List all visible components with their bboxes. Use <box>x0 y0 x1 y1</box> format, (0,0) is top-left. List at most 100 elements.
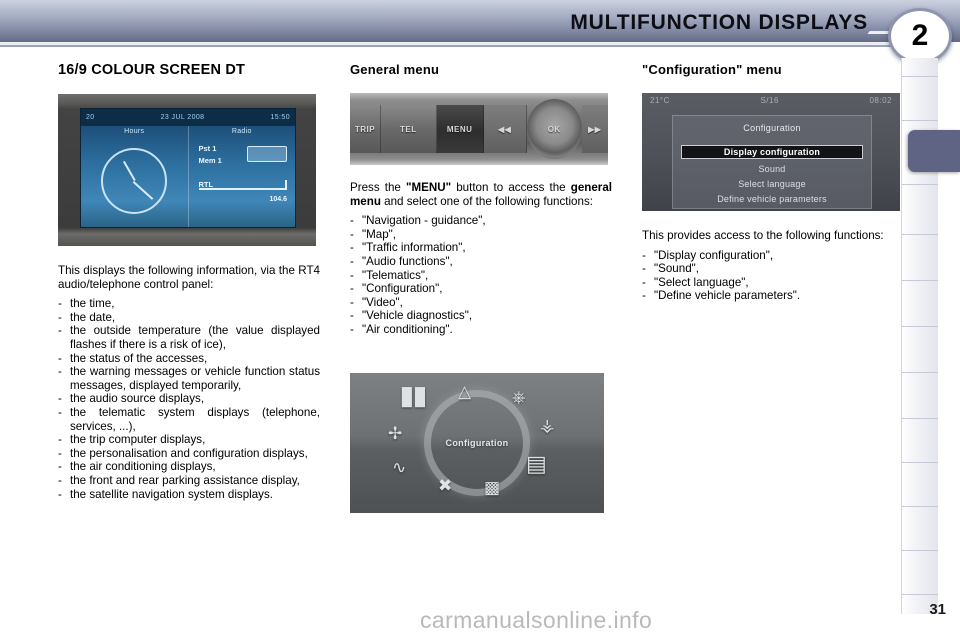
screen-status-bar: 20 23 JUL 2008 15:50 <box>81 109 295 126</box>
wiper-icon: ∿ <box>392 457 407 477</box>
left-column-list: the time, the date, the outside temperat… <box>58 297 320 501</box>
screen-display-area: 20 23 JUL 2008 15:50 Hours Radio Pst 1 M… <box>80 108 296 228</box>
analog-clock-icon <box>101 147 168 214</box>
screen-split-panes: Hours Radio Pst 1 Mem 1 RTL 104.6 <box>81 126 295 227</box>
configuration-dialog: Configuration Display configuration Soun… <box>672 115 872 209</box>
tab-tick <box>902 506 938 507</box>
list-item: the date, <box>58 311 320 325</box>
tab-tick <box>902 418 938 419</box>
tab-tick <box>902 326 938 327</box>
panel-button-menu: MENU <box>436 105 484 153</box>
screen-pane-hours: Hours <box>81 126 189 227</box>
list-item: "Navigation - guidance", <box>350 214 612 228</box>
right-column-intro: This provides access to the following fu… <box>642 229 884 242</box>
16-9-colour-screen-photo: 20 23 JUL 2008 15:50 Hours Radio Pst 1 M… <box>58 94 316 246</box>
panel-button-tel: TEL <box>380 105 437 153</box>
menu-option-display-configuration[interactable]: Display configuration <box>681 145 863 159</box>
display-panel-icon: ▤ <box>526 450 547 476</box>
status-time: 15:50 <box>270 114 290 121</box>
tab-tick <box>902 280 938 281</box>
list-item: the personalisation and configuration di… <box>58 447 320 461</box>
site-watermark: carmanualsonline.info <box>420 607 653 633</box>
menu-button-name: "MENU" <box>405 181 452 194</box>
middle-column: General menu TRIP TEL MENU ◀◀ OK ▶▶ Pres… <box>350 62 612 513</box>
control-panel-photo: TRIP TEL MENU ◀◀ OK ▶▶ <box>350 93 608 165</box>
chapter-number-badge: 2 <box>888 8 952 64</box>
list-item: "Air conditioning". <box>350 323 612 337</box>
list-item: the status of the accesses, <box>58 352 320 366</box>
header-divider-white <box>0 47 905 50</box>
middle-column-heading: General menu <box>350 62 440 77</box>
list-item: "Define vehicle parameters". <box>642 289 904 303</box>
vehicle-icon: ⎈ <box>512 387 526 407</box>
list-item: "Display configuration", <box>642 249 904 263</box>
tab-tick <box>902 234 938 235</box>
list-item: the outside temperature (the value displ… <box>58 324 320 351</box>
active-chapter-tab[interactable] <box>908 130 960 172</box>
list-item: "Telematics", <box>350 269 612 283</box>
panel-button-next: ▶▶ <box>581 105 608 153</box>
list-item: "Sound", <box>642 262 904 276</box>
list-item: the satellite navigation system displays… <box>58 488 320 502</box>
middle-column-intro: Press the "MENU" button to access the ge… <box>350 181 612 208</box>
menu-screen-status-bar: 21°C S/16 08:02 <box>642 96 900 105</box>
tab-tick <box>902 120 938 121</box>
radio-preset-line-2: Mem 1 <box>198 156 222 165</box>
list-item: "Configuration", <box>350 282 612 296</box>
middle-column-list: "Navigation - guidance", "Map", "Traffic… <box>350 214 612 336</box>
page-number: 31 <box>929 601 946 618</box>
radio-preset-line-1: Pst 1 <box>198 144 217 153</box>
list-item: the audio source displays, <box>58 392 320 406</box>
seats-icon: ▊▊ <box>402 387 429 407</box>
list-item: the front and rear parking assistance di… <box>58 474 320 488</box>
list-item: the time, <box>58 297 320 311</box>
panel-button-ok: OK <box>526 99 582 159</box>
menu-option-define-vehicle-parameters[interactable]: Define vehicle parameters <box>673 194 871 204</box>
list-item: "Select language", <box>642 276 904 290</box>
warning-triangle-icon: △ <box>458 381 472 401</box>
right-column-list: "Display configuration", "Sound", "Selec… <box>642 249 904 303</box>
right-column-heading: "Configuration" menu <box>642 62 782 77</box>
configuration-dialog-title: Configuration <box>743 123 801 133</box>
menu-option-sound[interactable]: Sound <box>673 164 871 174</box>
list-item: "Audio functions", <box>350 255 612 269</box>
intro-mid: button to access the <box>451 181 571 194</box>
tab-tick <box>902 76 938 77</box>
menu-status-time: 08:02 <box>869 96 892 105</box>
radio-frequency: 104.6 <box>269 196 287 203</box>
list-item: the warning messages or vehicle function… <box>58 365 320 392</box>
configuration-wheel-photo: Configuration ▊▊ △ ⎈ ⚶ ▤ ✢ ∿ ✖ ▩ <box>350 372 604 513</box>
radio-indicator-box <box>247 146 287 162</box>
tab-tick <box>902 462 938 463</box>
left-column-intro: This displays the following information,… <box>58 264 320 291</box>
list-item: "Video", <box>350 296 612 310</box>
left-column: 16/9 COLOUR SCREEN DT 20 23 JUL 2008 15:… <box>58 62 320 501</box>
key-icon: ⚶ <box>540 415 555 435</box>
page-title: MULTIFUNCTION DISPLAYS <box>570 11 868 34</box>
tab-tick <box>902 594 938 595</box>
menu-status-center: S/16 <box>760 96 779 105</box>
lighting-icon: ✢ <box>388 423 403 443</box>
panel-button-previous: ◀◀ <box>483 105 527 153</box>
menu-option-select-language[interactable]: Select language <box>673 179 871 189</box>
panel-button-trip: TRIP <box>350 105 381 153</box>
intro-prefix: Press the <box>350 181 406 194</box>
list-item: the air conditioning displays, <box>58 460 320 474</box>
list-item: "Map", <box>350 228 612 242</box>
radio-scale-bar <box>198 188 287 190</box>
intro-suffix: and select one of the following function… <box>380 194 593 208</box>
radio-scale-marker <box>285 180 287 190</box>
list-item: the telematic system displays (telephone… <box>58 406 320 433</box>
configuration-wheel-label: Configuration <box>445 437 509 448</box>
list-item: "Vehicle diagnostics", <box>350 309 612 323</box>
chapter-number-label: 2 <box>911 19 929 52</box>
tools-icon: ✖ <box>438 475 453 495</box>
list-item: "Traffic information", <box>350 241 612 255</box>
status-date: 23 JUL 2008 <box>160 114 205 121</box>
tab-tick <box>902 184 938 185</box>
tab-tick <box>902 550 938 551</box>
status-temperature: 20 <box>86 114 95 121</box>
left-column-heading: 16/9 COLOUR SCREEN DT <box>58 62 246 78</box>
menu-status-temperature: 21°C <box>650 96 670 105</box>
right-column: "Configuration" menu 21°C S/16 08:02 Con… <box>642 62 904 303</box>
